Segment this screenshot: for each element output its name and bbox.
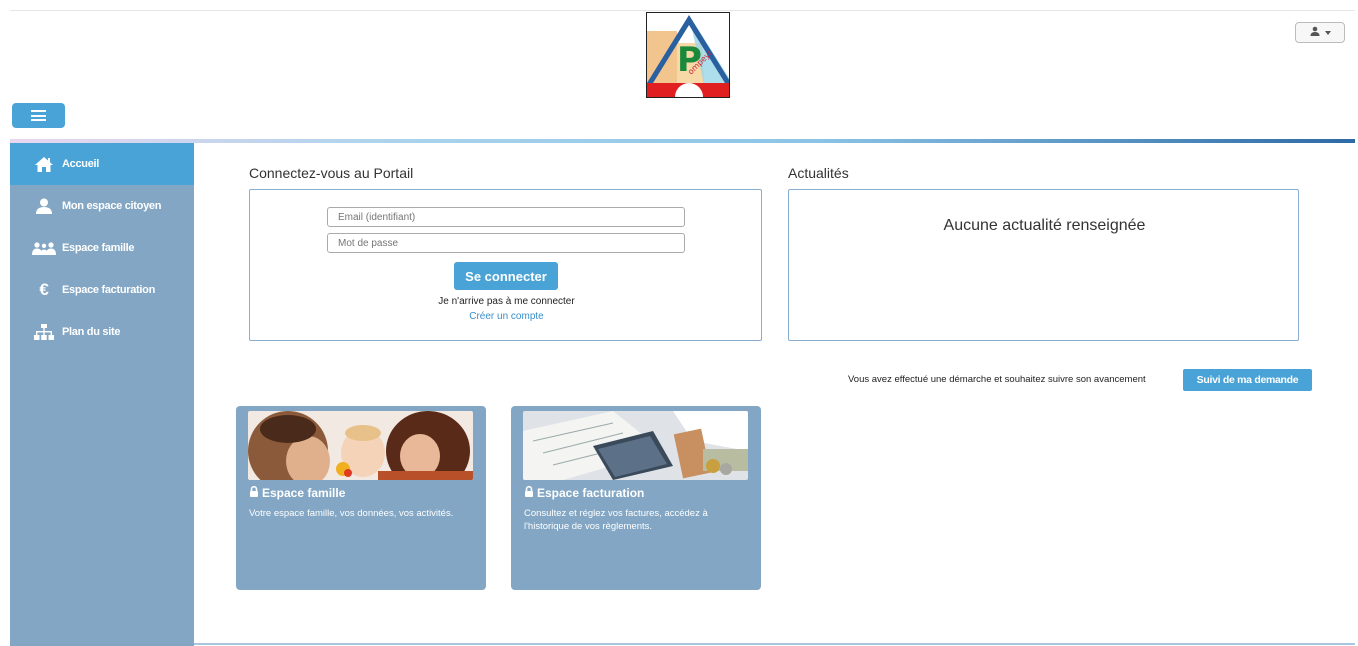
caret-down-icon [1324, 27, 1331, 38]
user-menu-button[interactable] [1295, 22, 1345, 43]
card-title: Espace facturation [524, 485, 645, 500]
sidebar-item-label: Plan du site [62, 326, 121, 338]
news-section-title: Actualités [788, 165, 849, 181]
sidebar-item-label: Mon espace citoyen [62, 200, 162, 212]
card-title: Espace famille [249, 485, 346, 500]
portal-logo[interactable]: P ompeyr [646, 12, 730, 98]
card-title-text: Espace facturation [537, 486, 645, 500]
sidebar-item-label: Espace facturation [62, 284, 156, 296]
portal-page: P ompeyr Accueil Mon espace citoyen Espa… [0, 0, 1358, 646]
lock-icon [249, 485, 259, 500]
card-espace-famille[interactable]: Espace famille Votre espace famille, vos… [236, 406, 486, 590]
family-icon [32, 241, 56, 255]
user-icon [1310, 26, 1320, 39]
tracking-text: Vous avez effectué une démarche et souha… [848, 374, 1146, 385]
email-field[interactable] [327, 207, 685, 227]
header-top-border [10, 10, 1355, 11]
sitemap-icon [32, 324, 56, 340]
login-panel: Se connecter Je n'arrive pas à me connec… [249, 189, 762, 341]
card-espace-facturation[interactable]: Espace facturation Consultez et réglez v… [511, 406, 761, 590]
login-button[interactable]: Se connecter [454, 262, 558, 290]
login-section-title: Connectez-vous au Portail [249, 165, 414, 181]
news-empty-message: Aucune actualité renseignée [943, 217, 1146, 234]
card-description: Votre espace famille, vos données, vos a… [249, 508, 454, 519]
header-divider [10, 139, 1355, 143]
sidebar-item-label: Accueil [62, 158, 100, 170]
news-panel: Aucune actualité renseignée [788, 189, 1299, 341]
sidebar-nav: Accueil Mon espace citoyen Espace famill… [10, 143, 194, 646]
sidebar-item-label: Espace famille [62, 242, 135, 254]
hamburger-icon [31, 110, 46, 121]
sidebar-item-accueil[interactable]: Accueil [10, 143, 194, 185]
track-request-button[interactable]: Suivi de ma demande [1183, 369, 1312, 391]
user-icon [32, 198, 56, 214]
euro-icon: € [39, 280, 49, 299]
create-account-link[interactable]: Créer un compte [250, 311, 763, 322]
lock-icon [524, 485, 534, 500]
footer-divider [194, 643, 1355, 645]
sidebar-item-mon-espace-citoyen[interactable]: Mon espace citoyen [10, 185, 194, 227]
billing-photo [523, 411, 748, 480]
sidebar-item-espace-famille[interactable]: Espace famille [10, 227, 194, 269]
password-field[interactable] [327, 233, 685, 253]
sidebar-item-espace-facturation[interactable]: € Espace facturation [10, 269, 194, 311]
header: P ompeyr [0, 0, 1358, 143]
card-description: Consultez et réglez vos factures, accéde… [524, 508, 708, 532]
home-icon [32, 156, 56, 172]
forgot-login-link[interactable]: Je n'arrive pas à me connecter [250, 296, 763, 307]
card-title-text: Espace famille [262, 486, 346, 500]
family-photo [248, 411, 473, 480]
menu-toggle-button[interactable] [12, 103, 65, 128]
sidebar-item-plan-du-site[interactable]: Plan du site [10, 311, 194, 353]
